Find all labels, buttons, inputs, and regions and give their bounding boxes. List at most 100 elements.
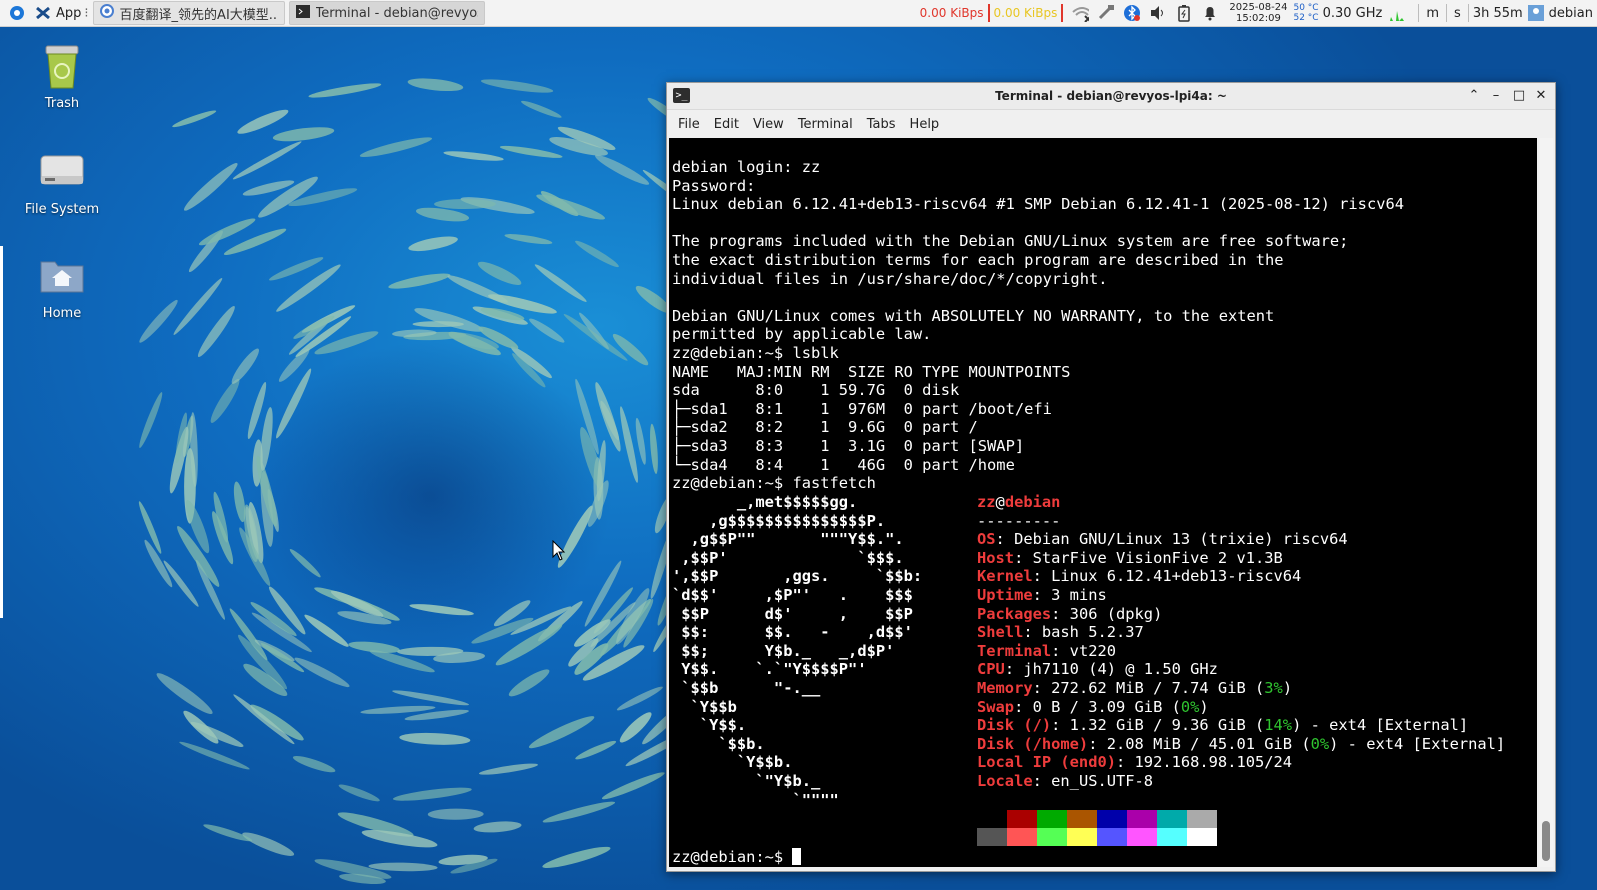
logo-line: `$$b "-.__ [672,678,821,697]
fish-shape [529,318,565,343]
wifi-disconnected-icon[interactable] [1071,4,1090,22]
session-line: Password: [672,176,756,195]
terminal-titlebar[interactable]: >_ Terminal - debian@revyos-lpi4a: ~ ⌃ –… [667,83,1555,110]
fish-shape [368,862,438,872]
clock[interactable]: 2025-08-24 15:02:09 [1229,2,1287,24]
logo-line: ',$$P ,ggs. `$$b: [672,567,923,586]
fish-shape [504,234,553,245]
terminal-window[interactable]: >_ Terminal - debian@revyos-lpi4a: ~ ⌃ –… [666,82,1556,872]
battery-icon[interactable] [1175,4,1193,22]
logo-line: ,g$$$$$$$$$$$$$$$P. [672,511,886,530]
color-swatch [1187,810,1217,828]
logo-line: `Y$$b [672,697,737,716]
taskbar-item-label: 百度翻译_领先的AI大模型... [119,7,278,23]
fish-shape [528,716,595,749]
menu-help[interactable]: Help [903,117,947,132]
desktop-icon-home[interactable]: Home [17,252,107,321]
notification-bell-icon[interactable] [1201,4,1219,22]
bluetooth-icon[interactable] [1123,4,1141,22]
fish-shape [338,784,380,802]
clock-date: 2025-08-24 [1229,2,1288,13]
info-key: OS [977,530,996,549]
fish-shape [616,686,663,711]
color-swatch [1037,828,1067,846]
fish-shape [635,417,646,465]
applications-label: App [56,5,82,21]
menu-edit[interactable]: Edit [707,117,746,132]
info-value: : StarFive VisionFive 2 v1.3B [1014,548,1283,567]
info-tail: ) - ext4 [External] [1292,716,1469,735]
fish-shape [260,407,273,471]
info-key: Terminal [977,641,1052,660]
logo-line: $$P d$' , $$P [672,604,913,623]
info-percent: 3% [1264,678,1283,697]
info-value: : en_US.UTF-8 [1032,771,1154,790]
menu-tabs[interactable]: Tabs [860,117,903,132]
info-key: Shell [977,623,1024,642]
taskbar-item-browser[interactable]: 百度翻译_领先的AI大模型... [92,1,285,25]
whisker-menu-button[interactable] [4,0,30,26]
menu-file[interactable]: File [671,117,707,132]
desktop-icon-trash[interactable]: Trash [17,42,107,111]
info-key: Locale [977,771,1033,790]
session-line: ├─sda2 8:2 1 9.6G 0 part / [672,418,978,437]
fish-shape [231,348,259,384]
trash-icon [37,42,87,92]
menu-terminal[interactable]: Terminal [791,117,860,132]
fish-shape [408,236,458,252]
applications-menu[interactable]: App ⁝ [30,0,89,26]
color-swatch [1007,810,1037,828]
fish-shape [172,110,217,128]
fish-shape [210,378,240,423]
color-swatch [1097,810,1127,828]
menu-view[interactable]: View [746,117,791,132]
logo-line: `$$b. [672,734,765,753]
session-line: Debian GNU/Linux comes with ABSOLUTELY N… [672,306,1275,325]
fish-shape [473,821,522,833]
home-folder-icon [37,252,87,302]
scrollbar-thumb[interactable] [1542,821,1550,861]
fetch-host: debian [1004,493,1061,511]
fish-shape [542,846,611,869]
fish-shape [289,548,321,578]
network-wired-icon[interactable] [1097,4,1115,22]
shade-up-icon[interactable]: ⌃ [1465,87,1483,105]
desktop-icon-label: File System [24,202,100,217]
maximize-icon[interactable]: □ [1510,87,1528,105]
user-avatar-icon[interactable] [1527,4,1545,22]
minimize-icon[interactable]: – [1487,87,1505,105]
clock-time: 15:02:09 [1235,13,1281,24]
fish-shape [499,145,563,158]
net-download-speed: 0.00 KiBps [919,6,984,20]
fish-shape [409,604,474,616]
session-line: individual files in /usr/share/doc/*/cop… [672,269,1108,288]
prompt-text: zz@debian:~$ [672,848,793,866]
fish-shape [250,704,304,741]
taskbar-item-terminal[interactable]: Terminal - debian@revyos... [288,1,485,25]
info-value: : 2.08 MiB / 45.01 GiB ( [1088,734,1311,753]
close-icon[interactable]: ✕ [1532,87,1550,105]
session-text: debian login: zz Password: Linux debian … [672,158,1404,493]
session-line: sda 8:0 1 59.7G 0 disk [672,381,960,400]
info-value: : 1.32 GiB / 9.36 GiB ( [1051,716,1265,735]
terminal-output[interactable]: debian login: zz Password: Linux debian … [669,138,1537,867]
temperature-sensors: 50 °C 52 °C [1293,3,1318,23]
terminal-scrollbar[interactable] [1539,138,1553,867]
desktop-icon-filesystem[interactable]: File System [17,148,107,217]
color-swatch [1127,810,1157,828]
fish-shape [478,763,538,775]
info-value: : Debian GNU/Linux 13 (trixie) riscv64 [995,530,1348,549]
logo-line: `Y$$. [672,716,747,735]
prompt-line[interactable]: zz@debian:~$ [672,848,802,867]
fish-shape [399,732,471,745]
net-graph-bar [1061,4,1064,22]
session-user[interactable]: debian [1549,6,1593,21]
fish-shape [601,772,665,800]
fish-shape [183,710,219,744]
volume-icon[interactable] [1149,4,1167,22]
window-title: Terminal - debian@revyos-lpi4a: ~ [995,89,1227,103]
logo-line: `"""" [672,790,839,809]
text-cursor [792,848,802,865]
session-line: debian login: zz [672,158,821,176]
fish-shape [480,79,554,93]
